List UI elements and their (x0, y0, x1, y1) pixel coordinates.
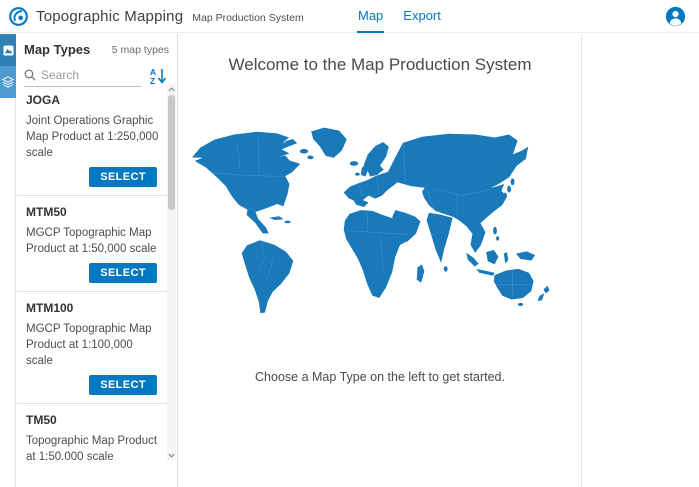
map-type-name: MTM50 (24, 201, 159, 221)
world-map (189, 119, 571, 318)
scrollbar-thumb[interactable] (168, 95, 175, 210)
map-type-name: JOGA (24, 89, 159, 109)
select-button[interactable]: SELECT (89, 375, 157, 395)
globe-logo-icon (8, 6, 29, 27)
tab-export[interactable]: Export (402, 0, 442, 33)
welcome-heading: Welcome to the Map Production System (179, 55, 581, 75)
map-type-description: MGCP Topographic Map Product at 1:100,00… (26, 321, 159, 369)
map-type-description: MGCP Topographic Map Product at 1:50,000… (26, 225, 159, 257)
sidebar-scrollbar[interactable] (167, 84, 176, 460)
app-subtitle: Map Production System (192, 10, 303, 24)
search-icon (24, 69, 36, 81)
app-title: Topographic Mapping (36, 8, 183, 25)
user-avatar-icon[interactable] (665, 6, 686, 27)
select-button[interactable]: SELECT (89, 263, 157, 283)
header-tabs: Map Export (357, 0, 442, 33)
brand: Topographic Mapping Map Production Syste… (8, 0, 304, 33)
layers-icon[interactable] (0, 66, 16, 98)
map-type-list: JOGA Joint Operations Graphic Map Produc… (17, 84, 167, 460)
map-type-name: TM50 (24, 409, 159, 429)
map-type-name: MTM100 (24, 297, 159, 317)
scroll-up-icon[interactable] (167, 84, 176, 94)
app-window: Topographic Mapping Map Production Syste… (0, 0, 699, 487)
select-button[interactable]: SELECT (89, 167, 157, 187)
panel-title: Map Types (24, 42, 90, 57)
helper-text: Choose a Map Type on the left to get sta… (179, 370, 581, 384)
main-content: Welcome to the Map Production System (179, 34, 582, 487)
map-type-description: Joint Operations Graphic Map Product at … (26, 113, 159, 161)
right-empty-panel (583, 34, 699, 487)
tool-rail (0, 34, 16, 487)
sort-az-icon[interactable]: A Z (149, 67, 169, 85)
map-types-panel: Map Types 5 map types A Z JOGA Joint Ope… (17, 34, 178, 487)
map-icon[interactable] (0, 34, 16, 66)
app-header: Topographic Mapping Map Production Syste… (0, 0, 699, 33)
map-type-description: Topographic Map Product at 1:50,000 scal… (26, 433, 159, 460)
map-type-item: JOGA Joint Operations Graphic Map Produc… (17, 84, 167, 196)
search-input[interactable] (41, 68, 125, 82)
map-type-item: TM50 Topographic Map Product at 1:50,000… (17, 404, 167, 460)
tab-map[interactable]: Map (357, 0, 384, 33)
map-type-count: 5 map types (112, 44, 169, 56)
scroll-down-icon[interactable] (167, 450, 176, 460)
map-type-item: MTM50 MGCP Topographic Map Product at 1:… (17, 196, 167, 292)
tool-rail-group (0, 34, 16, 98)
map-type-item: MTM100 MGCP Topographic Map Product at 1… (17, 292, 167, 404)
